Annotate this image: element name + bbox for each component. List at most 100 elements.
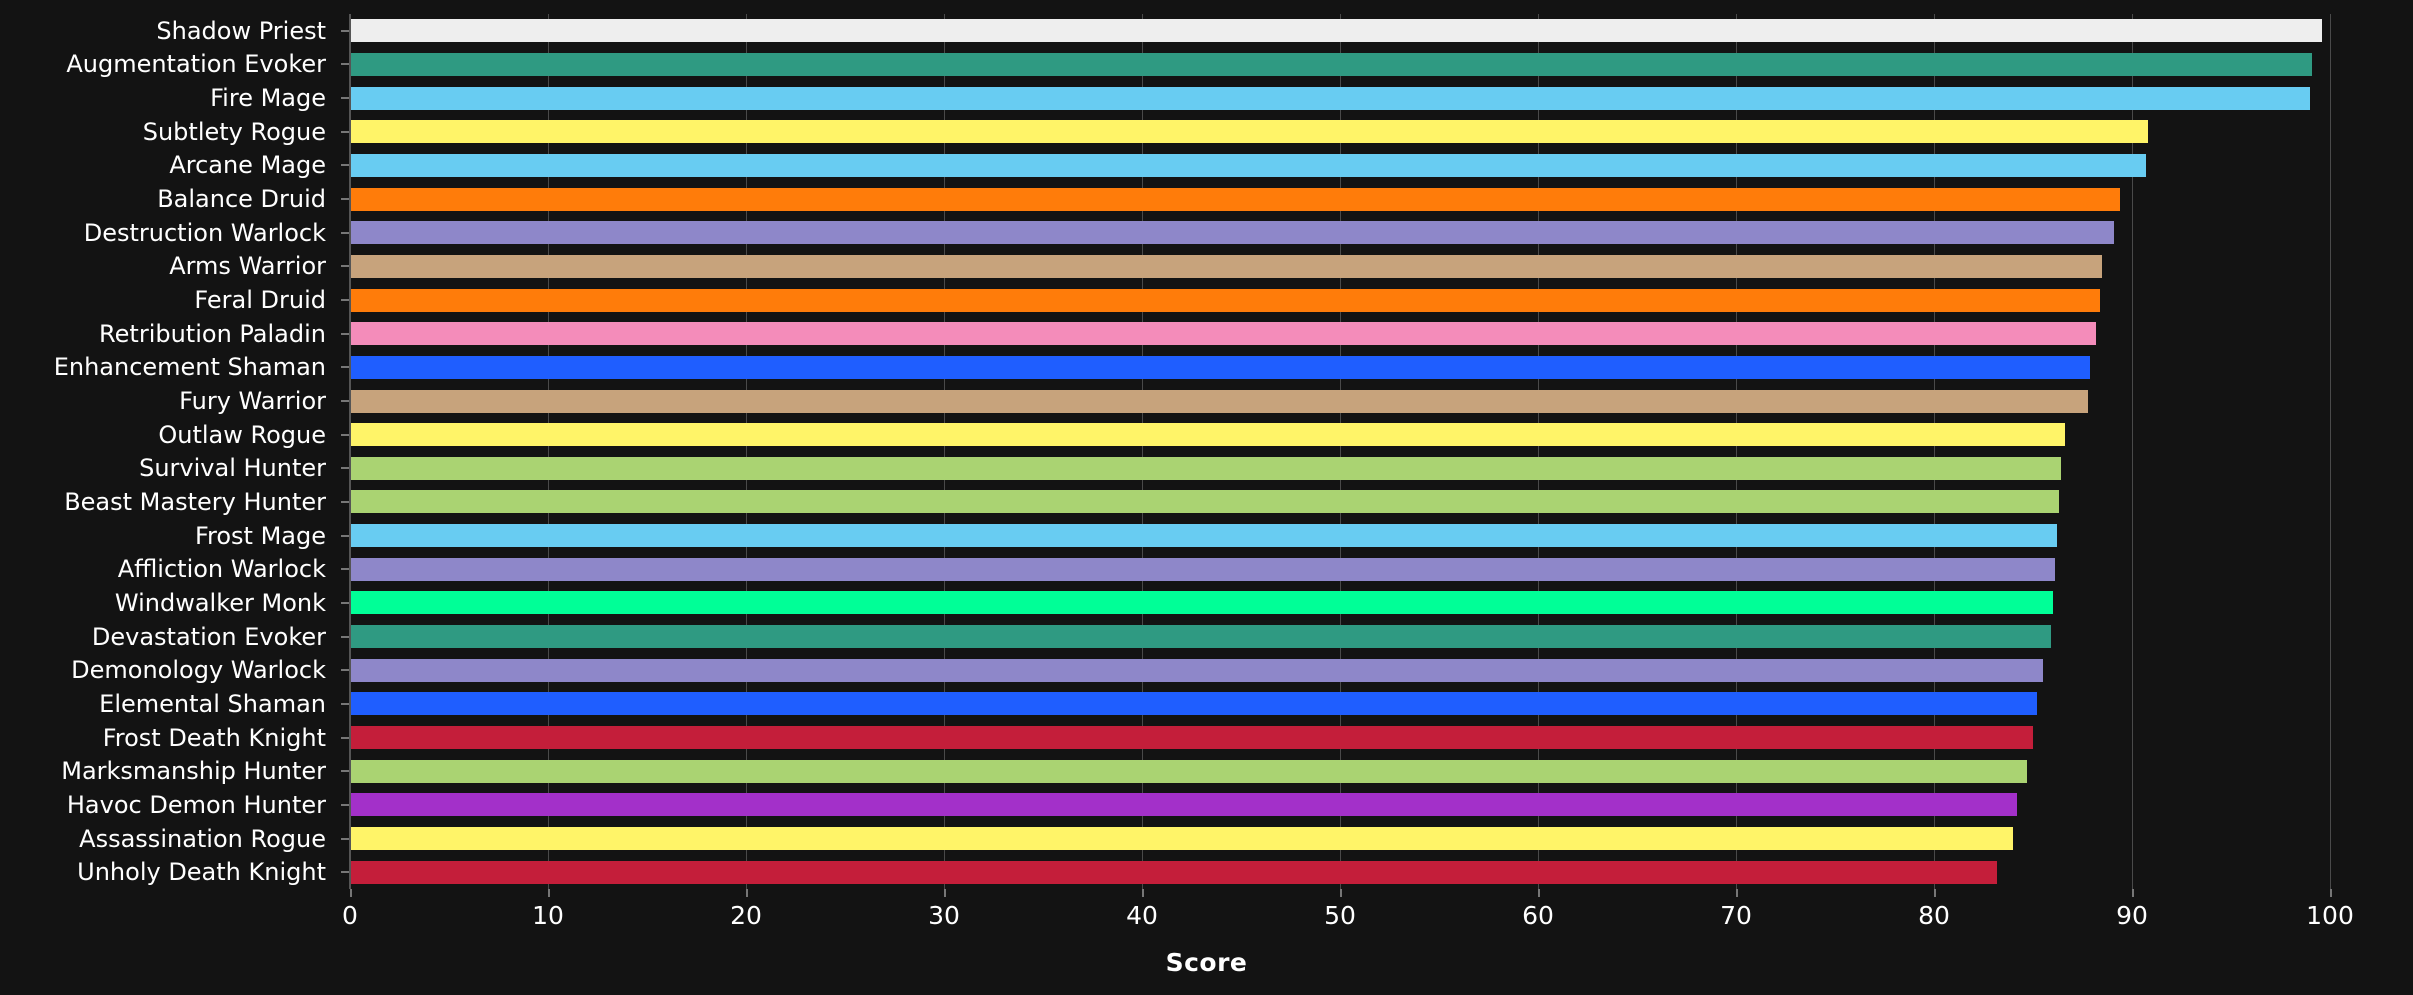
bar-row — [350, 754, 2330, 788]
y-axis-tick-mark — [341, 534, 349, 537]
y-axis-tick-mark — [341, 635, 349, 638]
bar-row — [350, 250, 2330, 284]
bar-row — [350, 822, 2330, 856]
bar[interactable] — [350, 187, 2121, 211]
bar[interactable] — [350, 793, 2018, 817]
x-axis-tick-label: 80 — [1918, 901, 1950, 930]
plot-area — [350, 14, 2331, 889]
bar[interactable] — [350, 827, 2014, 850]
bar[interactable] — [350, 322, 2097, 346]
bar[interactable] — [350, 490, 2059, 514]
y-axis-label: Marksmanship Hunter — [61, 757, 326, 786]
y-axis-label: Elemental Shaman — [99, 689, 326, 718]
bar[interactable] — [350, 625, 2051, 649]
bar[interactable] — [350, 288, 2101, 312]
y-axis-label: Frost Mage — [194, 521, 326, 550]
y-axis-tick-mark — [341, 770, 349, 773]
x-axis-tick-mark — [548, 889, 550, 897]
bar[interactable] — [350, 254, 2103, 278]
x-axis-tick-label: 20 — [730, 901, 762, 930]
bar[interactable] — [350, 658, 2043, 682]
y-axis-label: Assassination Rogue — [79, 824, 326, 853]
bar[interactable] — [350, 86, 2311, 110]
bar-row — [350, 216, 2330, 250]
y-axis-label: Affliction Warlock — [117, 555, 326, 584]
x-axis-tick-mark — [350, 889, 352, 897]
bar-row — [350, 687, 2330, 721]
y-axis-tick-mark — [341, 500, 349, 503]
y-axis-tick-mark — [341, 568, 349, 571]
y-axis-tick-mark — [341, 164, 349, 167]
bar-row — [350, 317, 2330, 351]
y-axis-label: Feral Druid — [194, 286, 326, 315]
y-axis-label: Arms Warrior — [169, 252, 326, 281]
bar-row — [350, 653, 2330, 687]
bar[interactable] — [350, 355, 2091, 379]
x-axis-tick-mark — [1340, 889, 1342, 897]
y-axis-label: Demonology Warlock — [71, 656, 326, 685]
bar-rows — [350, 14, 2330, 889]
y-axis-label: Outlaw Rogue — [158, 420, 326, 449]
y-axis-tick-mark — [341, 433, 349, 436]
x-axis-tick-mark — [746, 889, 748, 897]
bar-row — [350, 721, 2330, 755]
y-axis-tick-mark — [341, 299, 349, 302]
y-axis-tick-mark — [341, 97, 349, 100]
bar[interactable] — [350, 591, 2053, 615]
x-axis-tick-mark — [2330, 889, 2332, 897]
bar[interactable] — [350, 557, 2055, 581]
y-axis-tick-mark — [341, 231, 349, 234]
y-axis-tick-mark — [341, 130, 349, 133]
bar[interactable] — [350, 692, 2037, 716]
y-axis-tick-mark — [341, 702, 349, 705]
bar-row — [350, 855, 2330, 889]
bar[interactable] — [350, 423, 2065, 447]
x-axis-tick-label: 60 — [1522, 901, 1554, 930]
bar[interactable] — [350, 726, 2033, 750]
x-axis-tick-label: 90 — [2116, 901, 2148, 930]
y-axis-label: Fury Warrior — [179, 387, 326, 416]
bar[interactable] — [350, 221, 2115, 245]
y-axis-tick-mark — [341, 265, 349, 268]
y-axis-label: Beast Mastery Hunter — [64, 487, 326, 516]
y-axis-tick-mark — [341, 63, 349, 66]
bar[interactable] — [350, 153, 2146, 177]
y-axis-label: Windwalker Monk — [114, 588, 326, 617]
y-axis-tick-mark — [341, 29, 349, 32]
bar[interactable] — [350, 759, 2028, 783]
bar-row — [350, 418, 2330, 452]
bar[interactable] — [350, 120, 2148, 144]
y-axis-label: Fire Mage — [210, 84, 326, 113]
y-axis-labels: Shadow Priest Augmentation Evoker Fire Mag… — [0, 14, 349, 889]
bar-row — [350, 485, 2330, 519]
bar-row — [350, 384, 2330, 418]
y-axis-label: Havoc Demon Hunter — [66, 790, 326, 819]
bar[interactable] — [350, 52, 2313, 76]
bar[interactable] — [350, 19, 2323, 43]
y-axis-tick-mark — [341, 601, 349, 604]
x-axis-tick-mark — [1142, 889, 1144, 897]
y-axis-tick-mark — [341, 669, 349, 672]
gridline-100 — [2330, 14, 2331, 889]
bar[interactable] — [350, 456, 2061, 480]
bar-row — [350, 14, 2330, 48]
bar[interactable] — [350, 389, 2089, 413]
y-axis-label: Subtlety Rogue — [142, 117, 326, 146]
bar-row — [350, 519, 2330, 553]
bar-row — [350, 149, 2330, 183]
y-axis-tick-mark — [341, 736, 349, 739]
bar-chart: Shadow Priest Augmentation Evoker Fire Mag… — [0, 0, 2413, 995]
bar-row — [350, 452, 2330, 486]
bar-row — [350, 351, 2330, 385]
bar-row — [350, 283, 2330, 317]
y-axis-label: Retribution Paladin — [99, 319, 326, 348]
y-axis-label: Enhancement Shaman — [53, 353, 326, 382]
bar[interactable] — [350, 524, 2057, 548]
y-axis-label: Devastation Evoker — [91, 622, 326, 651]
bar-row — [350, 788, 2330, 822]
y-axis-label: Destruction Warlock — [83, 218, 326, 247]
x-axis-tick-label: 40 — [1126, 901, 1158, 930]
y-axis-label: Unholy Death Knight — [77, 858, 326, 887]
bar[interactable] — [350, 860, 1998, 884]
bar-row — [350, 48, 2330, 82]
